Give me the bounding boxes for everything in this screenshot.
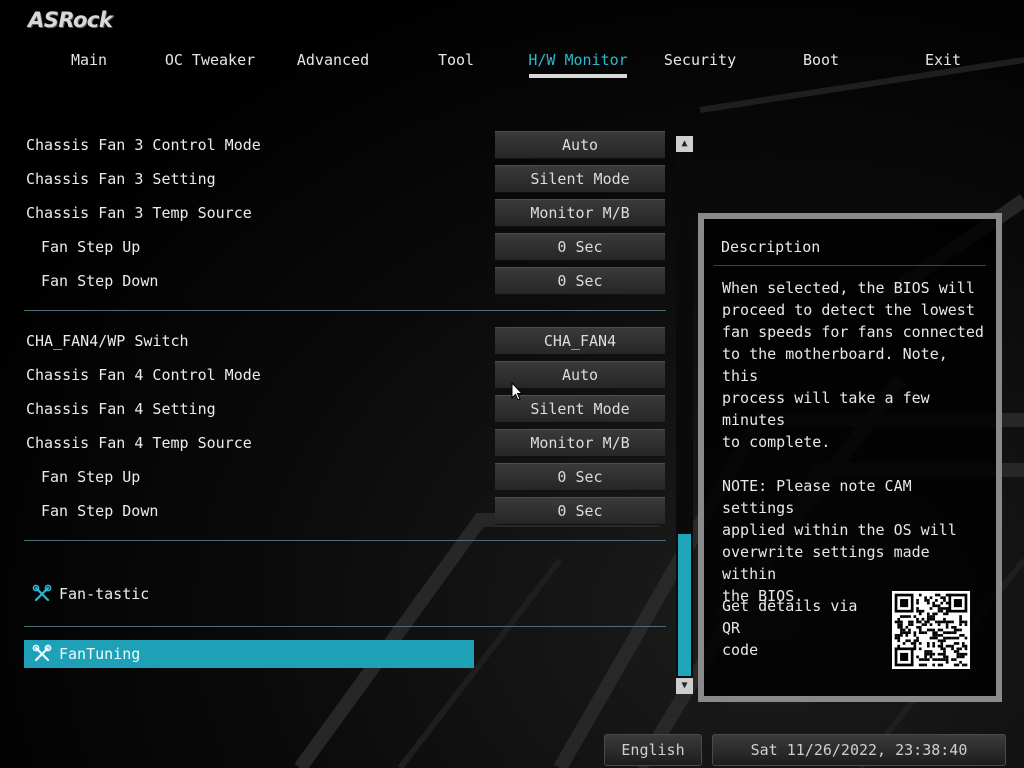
setting-label: Chassis Fan 3 Setting [26,170,216,188]
setting-row[interactable]: Fan Step Down 0 Sec [24,267,666,295]
description-text: When selected, the BIOS will proceed to … [722,279,984,605]
setting-value[interactable]: 0 Sec [495,463,665,491]
asrock-logo: ASRock [28,8,113,32]
tab-tool[interactable]: Tool [401,50,511,78]
wrench-icon [32,644,52,662]
section-divider [24,540,666,541]
datetime-display: Sat 11/26/2022, 23:38:40 [712,734,1006,766]
description-panel: Description When selected, the BIOS will… [698,213,1002,702]
setting-value[interactable]: 0 Sec [495,267,665,295]
setting-value[interactable]: Auto [495,131,665,159]
setting-value[interactable]: 0 Sec [495,497,665,525]
settings-scrollbar[interactable]: ▲ ▼ [676,136,693,694]
setting-label: Chassis Fan 4 Setting [26,400,216,418]
wrench-icon [32,584,52,602]
tab-advanced[interactable]: Advanced [278,50,388,78]
setting-value[interactable]: 0 Sec [495,233,665,261]
setting-row[interactable]: Fan Step Up 0 Sec [24,463,666,491]
setting-row[interactable]: Chassis Fan 4 Setting Silent Mode [24,395,666,423]
setting-value[interactable]: Silent Mode [495,165,665,193]
setting-value[interactable]: Auto [495,361,665,389]
setting-row[interactable]: Chassis Fan 3 Setting Silent Mode [24,165,666,193]
tab-oc-tweaker[interactable]: OC Tweaker [155,50,265,78]
setting-row[interactable]: Chassis Fan 4 Temp Source Monitor M/B [24,429,666,457]
setting-label: Chassis Fan 3 Control Mode [26,136,261,154]
setting-row[interactable]: Chassis Fan 3 Control Mode Auto [24,131,666,159]
tool-item-label: FanTuning [59,645,141,663]
setting-row[interactable]: Chassis Fan 4 Control Mode Auto [24,361,666,389]
setting-label: Chassis Fan 4 Control Mode [26,366,261,384]
tool-item-fan-tastic[interactable]: Fan-tastic [24,580,474,608]
qr-code-icon [892,591,970,669]
section-divider [24,626,666,627]
setting-label: CHA_FAN4/WP Switch [26,332,189,350]
tab-exit[interactable]: Exit [888,50,998,78]
description-divider [714,265,986,266]
description-title: Description [721,238,821,256]
setting-label: Fan Step Down [41,272,159,290]
qr-caption: Get details via QR code [722,597,858,659]
setting-row[interactable]: Fan Step Up 0 Sec [24,233,666,261]
setting-label: Fan Step Down [41,502,159,520]
setting-label: Fan Step Up [41,238,141,256]
setting-row[interactable]: CHA_FAN4/WP Switch CHA_FAN4 [24,327,666,355]
setting-value[interactable]: Monitor M/B [495,429,665,457]
scroll-down-icon[interactable]: ▼ [676,678,693,694]
setting-label: Fan Step Up [41,468,141,486]
tab-hw-monitor[interactable]: H/W Monitor [523,50,633,78]
setting-row[interactable]: Chassis Fan 3 Temp Source Monitor M/B [24,199,666,227]
setting-value[interactable]: CHA_FAN4 [495,327,665,355]
tab-boot[interactable]: Boot [766,50,876,78]
setting-label: Chassis Fan 4 Temp Source [26,434,252,452]
bios-screen: ASRock Main OC Tweaker Advanced Tool H/W… [0,0,1024,768]
scroll-thumb[interactable] [678,534,691,676]
language-button[interactable]: English [604,734,702,766]
tab-security[interactable]: Security [645,50,755,78]
scroll-up-icon[interactable]: ▲ [676,136,693,152]
main-nav: Main OC Tweaker Advanced Tool H/W Monito… [0,50,1024,82]
tool-item-label: Fan-tastic [59,585,150,603]
section-divider [24,310,666,311]
tab-main[interactable]: Main [34,50,144,78]
setting-value[interactable]: Monitor M/B [495,199,665,227]
tool-item-fantuning[interactable]: FanTuning [24,640,474,668]
setting-label: Chassis Fan 3 Temp Source [26,204,252,222]
setting-row[interactable]: Fan Step Down 0 Sec [24,497,666,525]
setting-value[interactable]: Silent Mode [495,395,665,423]
